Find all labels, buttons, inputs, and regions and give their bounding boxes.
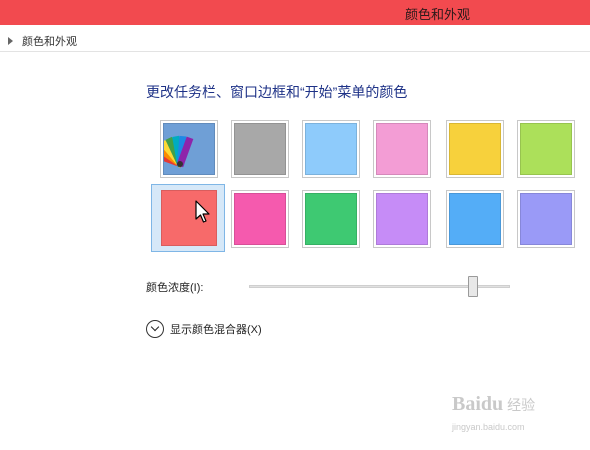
watermark-brand-cn: 经验: [507, 397, 536, 413]
page-heading: 更改任务栏、窗口边框和“开始”菜单的颜色: [146, 84, 408, 100]
swatch-fill: [163, 123, 215, 175]
show-color-mixer-label[interactable]: 显示颜色混合器(X): [170, 321, 262, 337]
show-color-mixer-toggle[interactable]: 显示颜色混合器(X): [146, 319, 262, 339]
swatch-fill: [305, 123, 357, 175]
swatch-fill: [234, 193, 286, 245]
breadcrumb-item-color-appearance[interactable]: 颜色和外观: [22, 33, 77, 49]
swatch-periwinkle[interactable]: [517, 190, 575, 248]
swatch-fill: [376, 123, 428, 175]
swatch-fill: [520, 123, 572, 175]
swatch-fill: [449, 193, 501, 245]
swatch-blue[interactable]: [446, 190, 504, 248]
color-intensity-label: 颜色浓度(I):: [146, 282, 204, 294]
mouse-pointer-icon: [195, 200, 210, 223]
window-title: 颜色和外观: [405, 7, 471, 22]
swatch-fill: [376, 193, 428, 245]
chevron-down-icon[interactable]: [146, 320, 164, 338]
swatch-pink[interactable]: [373, 120, 431, 178]
swatch-automatic[interactable]: [160, 120, 218, 178]
watermark-brand: Baidu: [452, 393, 504, 415]
color-fan-icon: [164, 135, 194, 168]
watermark-url: jingyan.baidu.com: [452, 422, 525, 432]
color-intensity-slider-thumb[interactable]: [468, 276, 478, 297]
swatch-fill: [449, 123, 501, 175]
breadcrumb: 颜色和外观: [0, 30, 590, 52]
swatch-lime[interactable]: [517, 120, 575, 178]
swatch-fill: [305, 193, 357, 245]
swatch-gray[interactable]: [231, 120, 289, 178]
swatch-fill: [520, 193, 572, 245]
breadcrumb-arrow-icon[interactable]: [8, 37, 13, 45]
swatch-green[interactable]: [302, 190, 360, 248]
swatch-red[interactable]: [151, 184, 225, 252]
swatch-violet[interactable]: [373, 190, 431, 248]
title-bar: 颜色和外观: [0, 0, 590, 25]
swatch-fill: [234, 123, 286, 175]
swatch-sky-blue[interactable]: [302, 120, 360, 178]
baidu-watermark: Baidu 经验 jingyan.baidu.com: [452, 393, 536, 432]
swatch-magenta[interactable]: [231, 190, 289, 248]
swatch-yellow[interactable]: [446, 120, 504, 178]
